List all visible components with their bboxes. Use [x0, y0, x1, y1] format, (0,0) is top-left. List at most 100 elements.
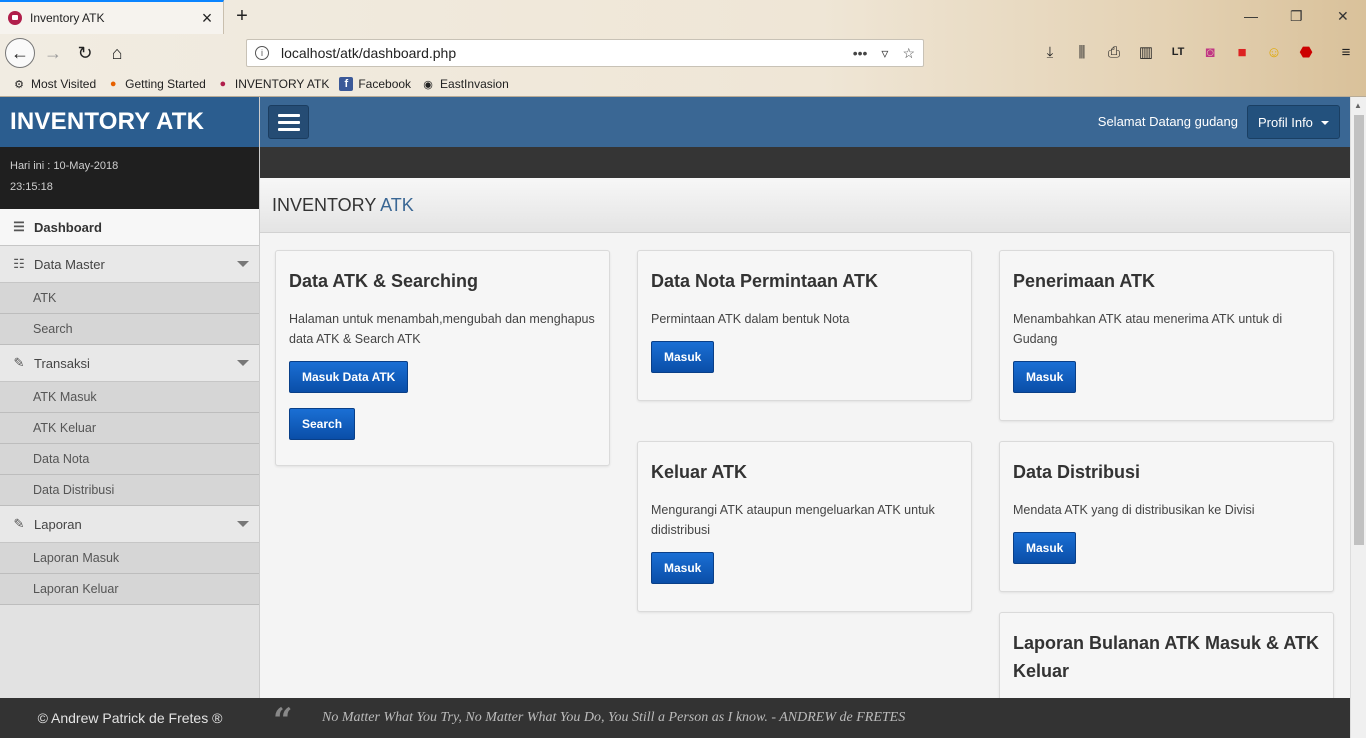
clock-panel: Hari ini : 10-May-2018 23:15:18: [0, 147, 259, 209]
chevron-down-icon: [1321, 121, 1329, 125]
site-info-icon[interactable]: i: [255, 46, 269, 60]
quote-icon: “: [273, 701, 293, 738]
profile-info-button[interactable]: Profil Info: [1247, 105, 1340, 139]
card-data-atk: Data ATK & Searching Halaman untuk menam…: [275, 250, 610, 466]
back-arrow-icon[interactable]: ←: [5, 38, 35, 68]
print-icon[interactable]: ⎙: [1104, 42, 1124, 62]
card-title: Data Nota Permintaan ATK: [651, 271, 879, 291]
chevron-down-icon: [237, 360, 249, 366]
adblock-icon[interactable]: ⬣: [1296, 42, 1316, 62]
home-icon[interactable]: ⌂: [102, 38, 132, 68]
instagram-icon[interactable]: ◙: [1200, 42, 1220, 62]
main-content: INVENTORY ATK Data ATK & Searching Halam…: [260, 178, 1350, 712]
inventory-favicon-icon: ●: [219, 78, 227, 90]
sidebar-subitem-atk-keluar[interactable]: ATK Keluar: [0, 413, 259, 444]
pdf-icon[interactable]: ■: [1232, 42, 1252, 62]
card-title: Keluar ATK: [651, 462, 748, 482]
reload-icon[interactable]: ↻: [70, 38, 100, 68]
page-title: INVENTORY ATK: [260, 178, 1350, 233]
sidebar-item-data-master[interactable]: ☷ Data Master: [0, 246, 259, 283]
page-scrollbar[interactable]: ▲: [1350, 97, 1366, 738]
bookmarks-bar: ⚙ Most Visited ● Getting Started ● INVENTOR…: [0, 72, 1366, 96]
sidebar-item-dashboard[interactable]: ☰ Dashboard: [0, 209, 259, 246]
card-title: Penerimaan ATK: [1013, 271, 1156, 291]
masuk-data-atk-button[interactable]: Masuk Data ATK: [289, 361, 409, 393]
chevron-down-icon: [237, 521, 249, 527]
pocket-icon[interactable]: ▿: [881, 45, 888, 62]
browser-tab[interactable]: Inventory ATK ×: [0, 0, 224, 34]
masuk-button[interactable]: Masuk: [1013, 361, 1077, 393]
bookmark-getting-started[interactable]: ● Getting Started: [106, 77, 206, 91]
minimize-icon[interactable]: —: [1244, 8, 1258, 24]
current-time: 23:15:18: [10, 181, 53, 193]
github-icon: ◉: [423, 78, 433, 91]
hamburger-menu-icon[interactable]: [268, 105, 309, 139]
card-title: Data Distribusi: [1013, 462, 1141, 482]
languagetool-icon[interactable]: LT: [1168, 42, 1188, 62]
footer: © Andrew Patrick de Fretes ® “ No Matter…: [0, 698, 1350, 738]
bookmark-facebook[interactable]: f Facebook: [339, 77, 411, 91]
tab-bar: Inventory ATK × + — ❐ ✕: [0, 0, 1366, 34]
scrollbar-thumb[interactable]: [1354, 115, 1364, 545]
bookmark-inventory-atk[interactable]: ● INVENTORY ATK: [216, 77, 330, 91]
welcome-text: Selamat Datang gudang: [1097, 114, 1238, 129]
sidebar: INVENTORY ATK Hari ini : 10-May-2018 23:…: [0, 97, 260, 738]
current-date: Hari ini : 10-May-2018: [10, 160, 119, 172]
list-icon: ☷: [13, 256, 25, 271]
url-text[interactable]: localhost/atk/dashboard.php: [281, 45, 853, 61]
top-header: Selamat Datang gudang Profil Info: [260, 97, 1350, 147]
brand-title[interactable]: INVENTORY ATK: [0, 97, 259, 147]
scroll-up-icon[interactable]: ▲: [1354, 101, 1362, 110]
card-description: Halaman untuk menambah,mengubah dan meng…: [289, 312, 595, 346]
download-icon[interactable]: ⤓: [1040, 42, 1060, 62]
sidebar-subitem-laporan-masuk[interactable]: Laporan Masuk: [0, 543, 259, 574]
sidebar-subitem-laporan-keluar[interactable]: Laporan Keluar: [0, 574, 259, 605]
list-icon: ☰: [13, 219, 25, 234]
nav-bar: ← → ↻ ⌂ i localhost/atk/dashboard.php ••…: [0, 34, 1366, 72]
close-tab-icon[interactable]: ×: [199, 8, 215, 29]
sidebar-subitem-data-distribusi[interactable]: Data Distribusi: [0, 475, 259, 506]
sidebar-subitem-atk[interactable]: ATK: [0, 283, 259, 314]
new-tab-icon[interactable]: +: [232, 5, 252, 28]
card-nota-permintaan: Data Nota Permintaan ATK Permintaan ATK …: [637, 250, 972, 401]
card-title: Data ATK & Searching: [289, 271, 479, 291]
close-window-icon[interactable]: ✕: [1337, 8, 1349, 25]
bookmark-star-icon[interactable]: ☆: [902, 45, 915, 62]
card-description: Permintaan ATK dalam bentuk Nota: [651, 312, 850, 326]
tab-title: Inventory ATK: [30, 11, 105, 25]
reader-icon[interactable]: ▥: [1136, 42, 1156, 62]
restore-icon[interactable]: ❐: [1290, 8, 1303, 25]
app: INVENTORY ATK Hari ini : 10-May-2018 23:…: [0, 97, 1350, 738]
card-description: Menambahkan ATK atau menerima ATK untuk …: [1013, 312, 1283, 346]
sidebar-subitem-search[interactable]: Search: [0, 314, 259, 345]
url-bar[interactable]: i localhost/atk/dashboard.php ••• ▿ ☆: [246, 39, 924, 67]
card-laporan-bulanan: Laporan Bulanan ATK Masuk & ATK Keluar: [999, 612, 1334, 712]
sidebar-subitem-atk-masuk[interactable]: ATK Masuk: [0, 382, 259, 413]
search-button[interactable]: Search: [289, 408, 356, 440]
menu-icon[interactable]: ≡: [1336, 42, 1356, 62]
sidebar-subitem-data-nota[interactable]: Data Nota: [0, 444, 259, 475]
masuk-button[interactable]: Masuk: [1013, 532, 1077, 564]
chevron-down-icon: [237, 261, 249, 267]
page-actions-icon[interactable]: •••: [853, 45, 868, 62]
masuk-button[interactable]: Masuk: [651, 341, 715, 373]
card-description: Mengurangi ATK ataupun mengeluarkan ATK …: [651, 503, 935, 537]
card-keluar-atk: Keluar ATK Mengurangi ATK ataupun mengel…: [637, 441, 972, 612]
sidebar-item-laporan[interactable]: ✎ Laporan: [0, 506, 259, 543]
library-icon[interactable]: ⫼: [1072, 42, 1092, 62]
card-penerimaan-atk: Penerimaan ATK Menambahkan ATK atau mene…: [999, 250, 1334, 421]
sidebar-item-transaksi[interactable]: ✎ Transaksi: [0, 345, 259, 382]
pencil-icon: ✎: [13, 516, 25, 531]
gear-icon: ⚙: [14, 78, 24, 91]
card-title: Laporan Bulanan ATK Masuk & ATK Keluar: [1013, 633, 1320, 681]
facebook-icon: f: [339, 77, 354, 91]
browser-chrome: Inventory ATK × + — ❐ ✕ ← → ↻ ⌂ i localh…: [0, 0, 1366, 97]
bookmark-eastinvasion[interactable]: ◉ EastInvasion: [421, 77, 509, 91]
copyright-text: © Andrew Patrick de Fretes ®: [37, 710, 223, 726]
footer-quote: No Matter What You Try, No Matter What Y…: [322, 710, 906, 725]
forward-arrow-icon[interactable]: →: [38, 38, 68, 68]
bookmark-most-visited[interactable]: ⚙ Most Visited: [12, 77, 96, 91]
masuk-button[interactable]: Masuk: [651, 552, 715, 584]
firefox-icon: ●: [109, 78, 117, 90]
emoji-icon[interactable]: ☺: [1264, 42, 1284, 62]
